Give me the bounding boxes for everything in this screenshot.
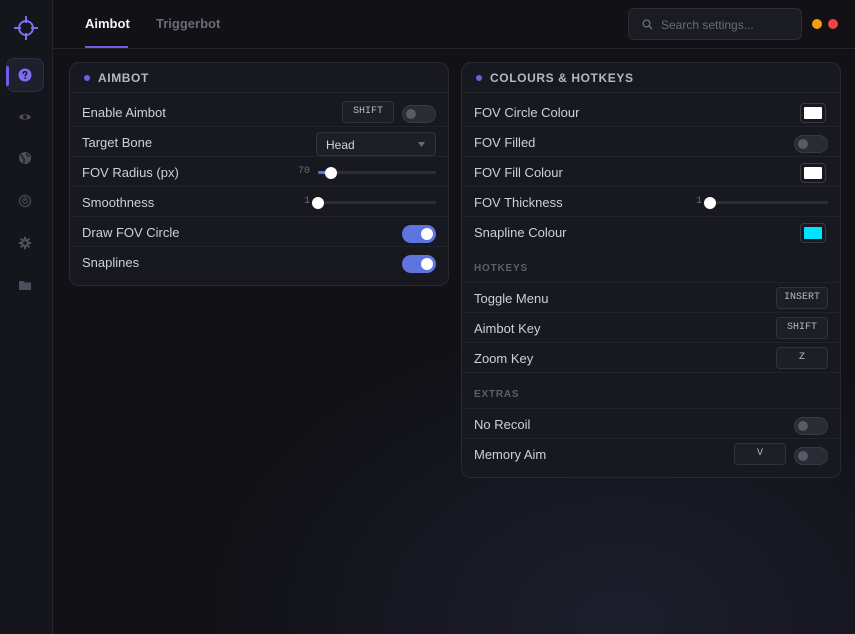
crosshair-logo-icon	[14, 16, 38, 40]
search-input[interactable]	[661, 15, 796, 35]
extras-heading: EXTRAS	[474, 389, 520, 400]
help-icon	[18, 68, 32, 82]
fov-fill-colour-label: FOV Fill Colour	[474, 165, 563, 180]
colours-hotkeys-panel: COLOURS & HOTKEYS FOV Circle Colour FOV …	[461, 62, 841, 478]
tab-triggerbot[interactable]: Triggerbot	[156, 16, 220, 31]
no-recoil-label: No Recoil	[474, 417, 531, 432]
sidebar-item-settings[interactable]	[6, 226, 44, 260]
sidebar-item-world[interactable]	[6, 141, 44, 175]
setting-row-enable-aimbot: Enable Aimbot SHIFT	[70, 97, 448, 127]
setting-row-fov-circle-colour: FOV Circle Colour	[462, 97, 840, 127]
sidebar-item-visuals[interactable]	[6, 100, 44, 134]
setting-row-zoom-key: Zoom Key Z	[462, 343, 840, 373]
fov-radius-slider-thumb[interactable]	[324, 167, 337, 179]
setting-row-toggle-menu: Toggle Menu INSERT	[462, 283, 840, 313]
search-icon	[642, 19, 653, 30]
toggle-menu-label: Toggle Menu	[474, 291, 549, 306]
header: Aimbot Triggerbot	[53, 0, 855, 49]
snaplines-label: Snaplines	[82, 255, 140, 270]
setting-row-snapline-colour: Snapline Colour	[462, 217, 840, 247]
no-recoil-toggle[interactable]	[794, 417, 828, 435]
gear-icon	[18, 236, 32, 250]
fov-circle-colour-label: FOV Circle Colour	[474, 105, 580, 120]
sidebar-item-radar[interactable]	[6, 184, 44, 218]
setting-row-target-bone: Target Bone Head	[70, 127, 448, 157]
hotkeys-heading: HOTKEYS	[474, 263, 528, 274]
fov-circle-colour-swatch[interactable]	[800, 103, 826, 123]
memory-aim-keybind[interactable]: V	[734, 443, 786, 465]
target-bone-select[interactable]: Head	[316, 132, 436, 156]
fov-filled-toggle[interactable]	[794, 135, 828, 153]
sidebar-item-aimbot[interactable]	[6, 58, 44, 92]
enable-aimbot-label: Enable Aimbot	[82, 105, 166, 120]
snaplines-toggle[interactable]	[402, 255, 436, 273]
memory-aim-toggle[interactable]	[794, 447, 828, 465]
snapline-colour-label: Snapline Colour	[474, 225, 567, 240]
snapline-colour-swatch[interactable]	[800, 223, 826, 243]
setting-row-draw-fov-circle: Draw FOV Circle	[70, 217, 448, 247]
search-box[interactable]	[628, 8, 802, 40]
fov-radius-label: FOV Radius (px)	[82, 165, 179, 180]
zoom-key-keybind[interactable]: Z	[776, 347, 828, 369]
sidebar-item-configs[interactable]	[6, 268, 44, 302]
setting-row-fov-radius: FOV Radius (px) 70	[70, 157, 448, 187]
sidebar	[0, 0, 53, 634]
fov-thickness-slider[interactable]	[704, 197, 828, 209]
app-window: Aimbot Triggerbot AIMBOT Enable Aimbot S…	[0, 0, 855, 634]
setting-row-no-recoil: No Recoil	[462, 409, 840, 439]
enable-aimbot-keybind[interactable]: SHIFT	[342, 101, 394, 123]
setting-row-smoothness: Smoothness 1	[70, 187, 448, 217]
target-bone-label: Target Bone	[82, 135, 153, 150]
eye-icon	[19, 114, 31, 120]
fov-filled-label: FOV Filled	[474, 135, 536, 150]
aimbot-key-label: Aimbot Key	[474, 321, 541, 336]
target-bone-value: Head	[326, 138, 355, 152]
fov-thickness-value: 1	[696, 196, 703, 207]
folder-icon	[19, 281, 31, 290]
zoom-key-label: Zoom Key	[474, 351, 534, 366]
radar-icon	[18, 194, 32, 208]
active-tab-indicator	[85, 46, 128, 48]
chevron-down-icon	[418, 142, 425, 147]
setting-row-aimbot-key: Aimbot Key SHIFT	[462, 313, 840, 343]
setting-row-fov-thickness: FOV Thickness 1	[462, 187, 840, 217]
enable-aimbot-toggle[interactable]	[402, 105, 436, 123]
globe-icon	[19, 152, 31, 164]
minimize-button[interactable]	[812, 19, 822, 29]
memory-aim-label: Memory Aim	[474, 447, 547, 462]
setting-row-snaplines: Snaplines	[70, 247, 448, 277]
fov-radius-value: 70	[298, 166, 311, 177]
aimbot-key-keybind[interactable]: SHIFT	[776, 317, 828, 339]
smoothness-slider[interactable]	[312, 197, 436, 209]
aimbot-panel: AIMBOT Enable Aimbot SHIFT Target Bone H…	[69, 62, 449, 286]
close-button[interactable]	[828, 19, 838, 29]
tab-aimbot[interactable]: Aimbot	[85, 16, 130, 31]
draw-fov-circle-label: Draw FOV Circle	[82, 225, 180, 240]
draw-fov-circle-toggle[interactable]	[402, 225, 436, 243]
smoothness-value: 1	[304, 196, 311, 207]
setting-row-memory-aim: Memory Aim V	[462, 439, 840, 469]
smoothness-label: Smoothness	[82, 195, 155, 210]
colours-panel-title: COLOURS & HOTKEYS	[462, 63, 840, 93]
aimbot-panel-title: AIMBOT	[70, 63, 448, 93]
fov-thickness-label: FOV Thickness	[474, 195, 563, 210]
toggle-menu-keybind[interactable]: INSERT	[776, 287, 828, 309]
smoothness-slider-thumb[interactable]	[312, 197, 324, 209]
setting-row-fov-filled: FOV Filled	[462, 127, 840, 157]
setting-row-fov-fill-colour: FOV Fill Colour	[462, 157, 840, 187]
fov-thickness-slider-thumb[interactable]	[704, 197, 716, 209]
fov-radius-slider[interactable]	[318, 167, 436, 179]
fov-fill-colour-swatch[interactable]	[800, 163, 826, 183]
